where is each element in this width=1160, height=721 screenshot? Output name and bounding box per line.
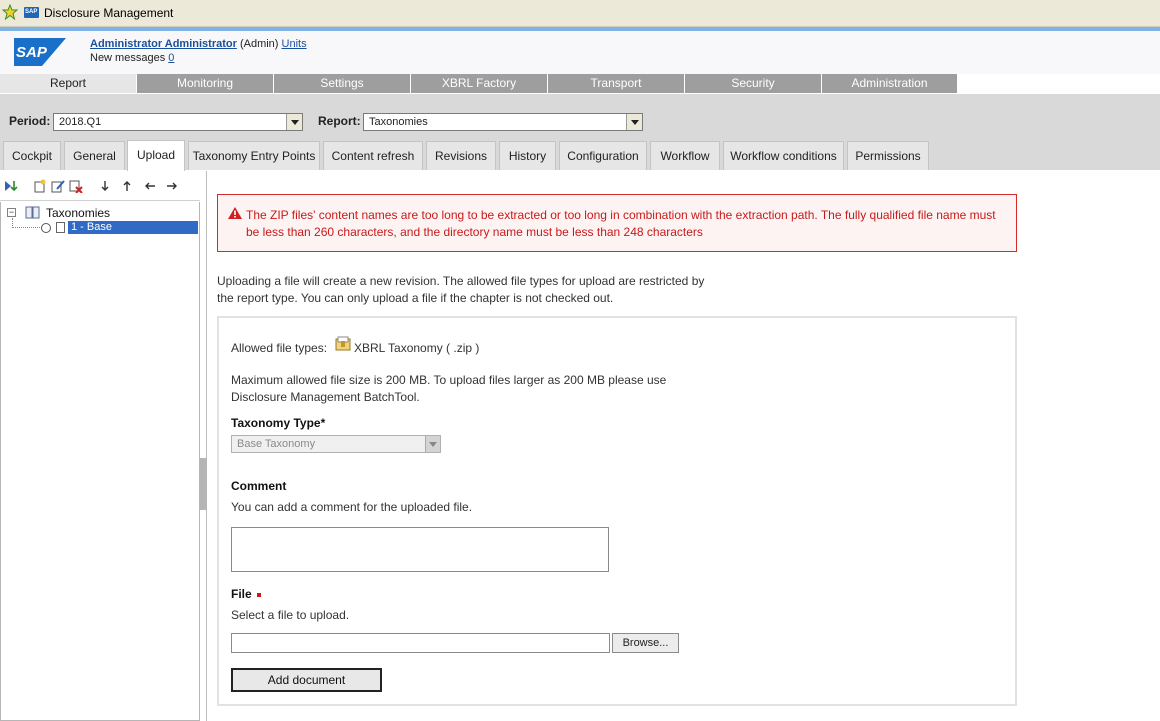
browse-button[interactable]: Browse... (612, 633, 679, 653)
zip-file-icon (335, 336, 351, 351)
tree-connector (12, 218, 42, 228)
comment-hint: You can add a comment for the uploaded f… (231, 500, 473, 514)
tab-permissions[interactable]: Permissions (847, 141, 929, 170)
favorites-star-icon[interactable] (2, 4, 18, 20)
file-label-text: File (231, 587, 252, 601)
window-title: Disclosure Management (44, 6, 174, 20)
messages-count-link[interactable]: 0 (168, 52, 174, 64)
tab-revisions[interactable]: Revisions (426, 141, 496, 170)
taxonomy-type-select: Base Taxonomy (231, 435, 441, 453)
main-tab-monitoring[interactable]: Monitoring (137, 74, 274, 93)
max-size-line-1: Maximum allowed file size is 200 MB. To … (231, 373, 667, 387)
main-tab-report[interactable]: Report (0, 74, 137, 93)
file-hint: Select a file to upload. (231, 608, 350, 622)
tab-workflow[interactable]: Workflow (650, 141, 720, 170)
add-document-button[interactable]: Add document (231, 668, 382, 692)
main-tab-security[interactable]: Security (685, 74, 822, 93)
file-label: File (231, 587, 261, 601)
user-role: (Admin) (239, 38, 279, 50)
new-item-icon[interactable] (33, 179, 47, 193)
allowed-types-label: Allowed file types: (231, 341, 328, 355)
tab-workflow-conditions[interactable]: Workflow conditions (723, 141, 844, 170)
window-title-bar: SAP Disclosure Management (0, 0, 1160, 27)
panel-scrollbar-thumb[interactable] (199, 458, 207, 510)
sap-mini-icon: SAP (24, 7, 39, 18)
main-tab-xbrl-factory[interactable]: XBRL Factory (411, 74, 548, 93)
comment-label: Comment (231, 479, 287, 493)
report-value: Taxonomies (369, 116, 428, 128)
collapse-icon[interactable]: − (7, 208, 16, 217)
move-down-icon[interactable] (98, 179, 112, 193)
tab-content-refresh[interactable]: Content refresh (323, 141, 423, 170)
tree-toolbar (0, 171, 200, 201)
tab-cockpit[interactable]: Cockpit (3, 141, 61, 170)
tree-root-label[interactable]: Taxonomies (46, 206, 110, 220)
delete-item-icon[interactable] (69, 179, 83, 193)
move-left-icon[interactable] (143, 179, 157, 193)
chevron-down-icon[interactable] (286, 114, 302, 130)
taxonomy-type-value: Base Taxonomy (237, 438, 316, 450)
taxonomy-tree: − Taxonomies 1 - Base (0, 202, 200, 721)
required-marker (256, 592, 261, 597)
sap-logo: SAP (14, 38, 66, 66)
allowed-type-value: XBRL Taxonomy ( .zip ) (354, 341, 480, 355)
tree-item-selected[interactable]: 1 - Base (68, 221, 198, 234)
tab-upload[interactable]: Upload (127, 140, 185, 171)
main-tab-settings[interactable]: Settings (274, 74, 411, 93)
expand-all-icon[interactable] (4, 179, 18, 193)
period-value: 2018.Q1 (59, 116, 102, 128)
main-tab-transport[interactable]: Transport (548, 74, 685, 93)
main-tab-administration[interactable]: Administration (822, 74, 958, 93)
messages-info: New messages 0 (90, 52, 174, 64)
intro-line-1: Uploading a file will create a new revis… (217, 274, 705, 288)
messages-label: New messages (90, 52, 166, 64)
error-text: The ZIP files' content names are too lon… (246, 208, 996, 239)
report-label: Report: (318, 114, 361, 128)
tab-general[interactable]: General (64, 141, 125, 170)
error-message-box: The ZIP files' content names are too lon… (217, 194, 1017, 252)
warning-icon (228, 207, 242, 219)
main-navigation: Report Monitoring Settings XBRL Factory … (0, 74, 1160, 94)
max-size-line-2: Disclosure Management BatchTool. (231, 390, 420, 404)
taxonomy-type-label: Taxonomy Type* (231, 416, 326, 430)
left-panel: − Taxonomies 1 - Base (0, 171, 207, 721)
period-select[interactable]: 2018.Q1 (53, 113, 303, 131)
user-name-link[interactable]: Administrator Administrator (90, 38, 237, 50)
units-link[interactable]: Units (282, 38, 307, 50)
upload-intro: Uploading a file will create a new revis… (217, 273, 737, 307)
chevron-down-icon[interactable] (626, 114, 642, 130)
intro-line-2: the report type. You can only upload a f… (217, 291, 614, 305)
svg-text:SAP: SAP (16, 44, 48, 61)
document-icon (56, 222, 65, 233)
report-select[interactable]: Taxonomies (363, 113, 643, 131)
comment-textarea[interactable] (231, 527, 609, 572)
app-header: SAP Administrator Administrator (Admin) … (0, 31, 1160, 74)
move-right-icon[interactable] (165, 179, 179, 193)
tab-history[interactable]: History (499, 141, 556, 170)
user-info: Administrator Administrator (Admin) Unit… (90, 38, 307, 50)
status-radio-icon (41, 223, 51, 233)
upload-form: Allowed file types: XBRL Taxonomy ( .zip… (217, 316, 1017, 706)
period-label: Period: (9, 114, 51, 128)
chevron-down-icon (425, 436, 440, 452)
tab-configuration[interactable]: Configuration (559, 141, 647, 170)
file-path-input[interactable] (231, 633, 610, 653)
move-up-icon[interactable] (120, 179, 134, 193)
edit-item-icon[interactable] (51, 179, 65, 193)
tab-taxonomy-entry-points[interactable]: Taxonomy Entry Points (188, 141, 320, 170)
